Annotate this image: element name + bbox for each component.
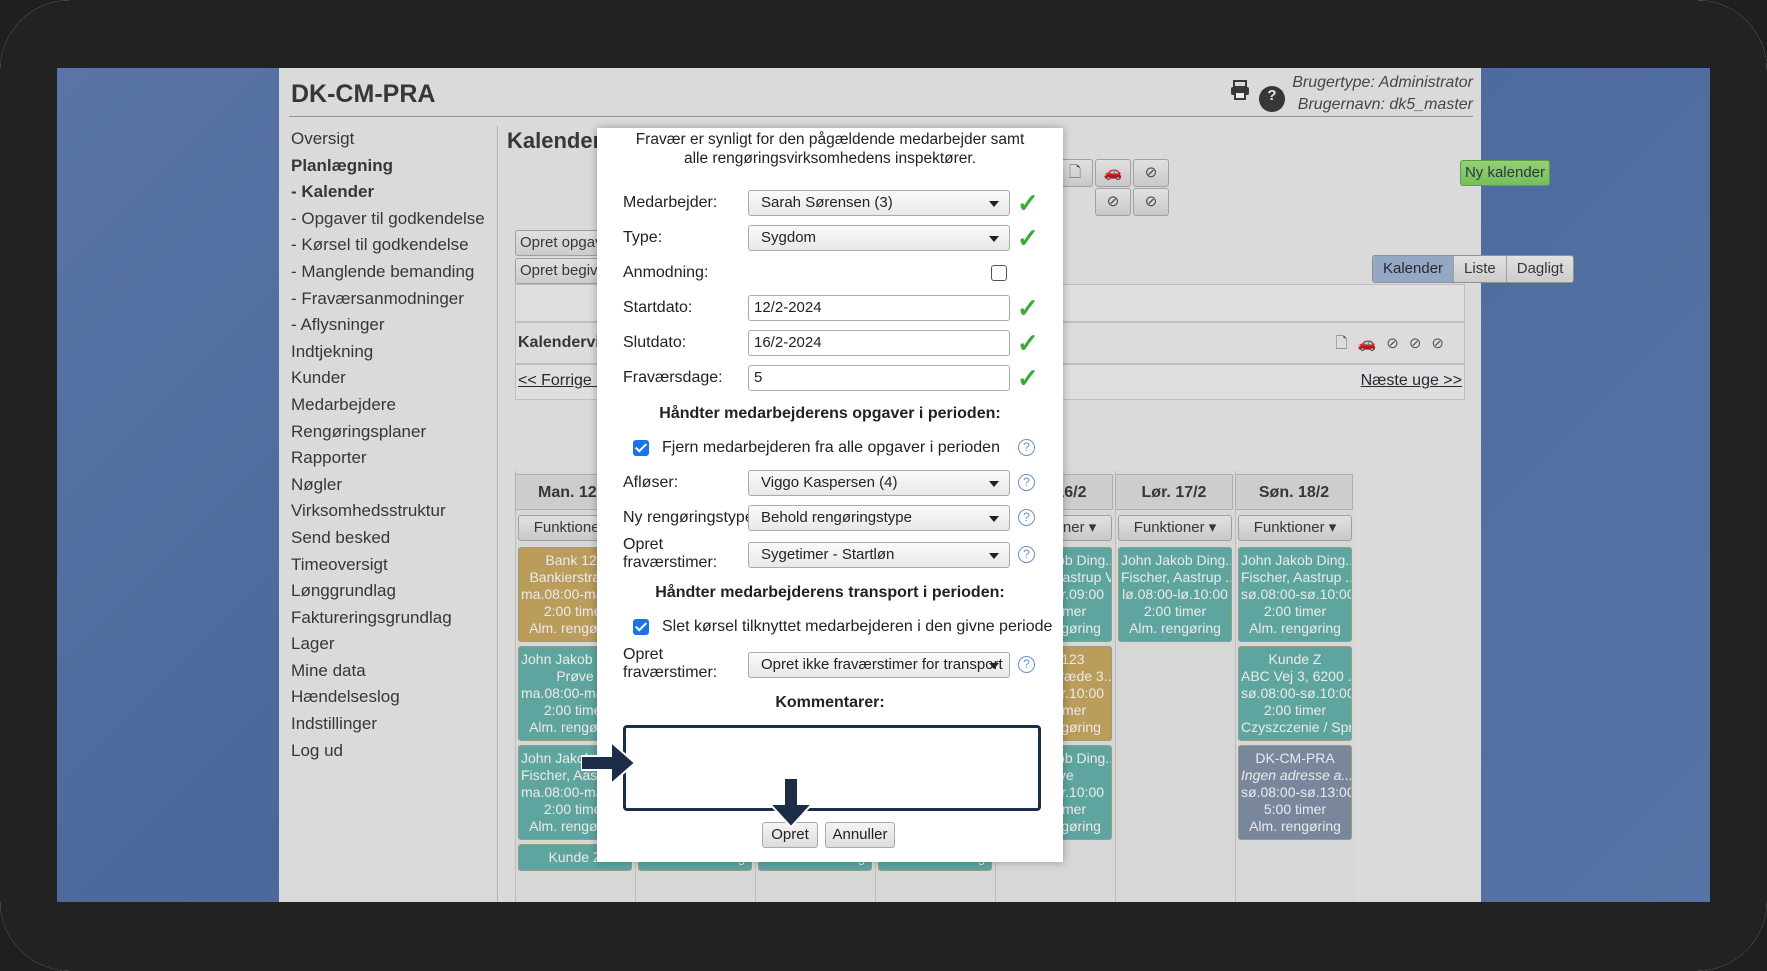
substitute-label: Afløser: (623, 474, 679, 491)
chevron-down-icon (989, 236, 999, 242)
employee-value: Sarah Sørensen (3) (761, 194, 893, 211)
delete-driving-label: Slet kørsel tilknyttet medarbejderen i d… (662, 618, 1053, 635)
dialog-intro: Fravær er synligt for den pågældende med… (635, 131, 1025, 167)
cleaning-type-select[interactable]: Behold rengøringstype (748, 505, 1010, 531)
help-icon[interactable]: ? (1018, 509, 1035, 526)
chevron-down-icon (989, 553, 999, 559)
end-date-input[interactable]: 16/2-2024 (748, 330, 1010, 356)
absence-hours-value: Sygetimer - Startløn (761, 546, 895, 563)
valid-check-icon: ✓ (1017, 293, 1039, 323)
valid-check-icon: ✓ (1017, 363, 1039, 393)
help-icon[interactable]: ? (1018, 474, 1035, 491)
device-frame: DK-CM-PRA ? Brugertype: Administrator Br… (0, 0, 1767, 971)
chevron-down-icon (989, 201, 999, 207)
type-select[interactable]: Sygdom (748, 225, 1010, 251)
comments-heading: Kommentarer: (775, 694, 885, 711)
remove-from-tasks-label: Fjern medarbejderen fra alle opgaver i p… (662, 439, 1000, 456)
transport-hours-select[interactable]: Opret ikke fraværstimer for transport (748, 652, 1010, 678)
cancel-button[interactable]: Annuller (825, 822, 895, 848)
start-date-label: Startdato: (623, 299, 693, 316)
employee-label: Medarbejder: (623, 194, 718, 211)
type-label: Type: (623, 229, 663, 246)
transport-hours-label: Opret fraværstimer: (623, 646, 718, 681)
valid-check-icon: ✓ (1017, 223, 1039, 253)
employee-select[interactable]: Sarah Sørensen (3) (748, 190, 1010, 216)
delete-driving-checkbox[interactable] (633, 619, 649, 635)
transport-hours-value: Opret ikke fraværstimer for transport (761, 656, 1003, 673)
absence-days-input[interactable]: 5 (748, 365, 1010, 391)
valid-check-icon: ✓ (1017, 328, 1039, 358)
chevron-down-icon (989, 481, 999, 487)
valid-check-icon: ✓ (1017, 188, 1039, 218)
cleaning-type-label: Ny rengøringstype: (623, 509, 759, 526)
help-icon[interactable]: ? (1018, 439, 1035, 456)
substitute-select[interactable]: Viggo Kaspersen (4) (748, 470, 1010, 496)
help-icon[interactable]: ? (1018, 656, 1035, 673)
screen: DK-CM-PRA ? Brugertype: Administrator Br… (57, 68, 1710, 902)
remove-from-tasks-checkbox[interactable] (633, 440, 649, 456)
absence-days-label: Fraværsdage: (623, 369, 723, 386)
start-date-input[interactable]: 12/2-2024 (748, 295, 1010, 321)
arrow-down-icon (769, 778, 813, 828)
type-value: Sygdom (761, 229, 817, 246)
chevron-down-icon (989, 516, 999, 522)
absence-hours-select[interactable]: Sygetimer - Startløn (748, 542, 1010, 568)
request-label: Anmodning: (623, 264, 709, 281)
absence-dialog: Fravær er synligt for den pågældende med… (581, 128, 1063, 862)
cleaning-type-value: Behold rengøringstype (761, 509, 912, 526)
comments-textarea[interactable] (623, 725, 1041, 811)
end-date-label: Slutdato: (623, 334, 687, 351)
tasks-heading: Håndter medarbejderens opgaver i periode… (659, 405, 1001, 422)
transport-heading: Håndter medarbejderens transport i perio… (655, 584, 1005, 601)
request-checkbox[interactable] (991, 265, 1007, 281)
arrow-right-icon (581, 742, 637, 784)
screen-bezel: DK-CM-PRA ? Brugertype: Administrator Br… (0, 0, 1767, 971)
absence-hours-label: Opret fraværstimer: (623, 536, 718, 571)
help-icon[interactable]: ? (1018, 546, 1035, 563)
substitute-value: Viggo Kaspersen (4) (761, 474, 898, 491)
chevron-down-icon (989, 663, 999, 669)
